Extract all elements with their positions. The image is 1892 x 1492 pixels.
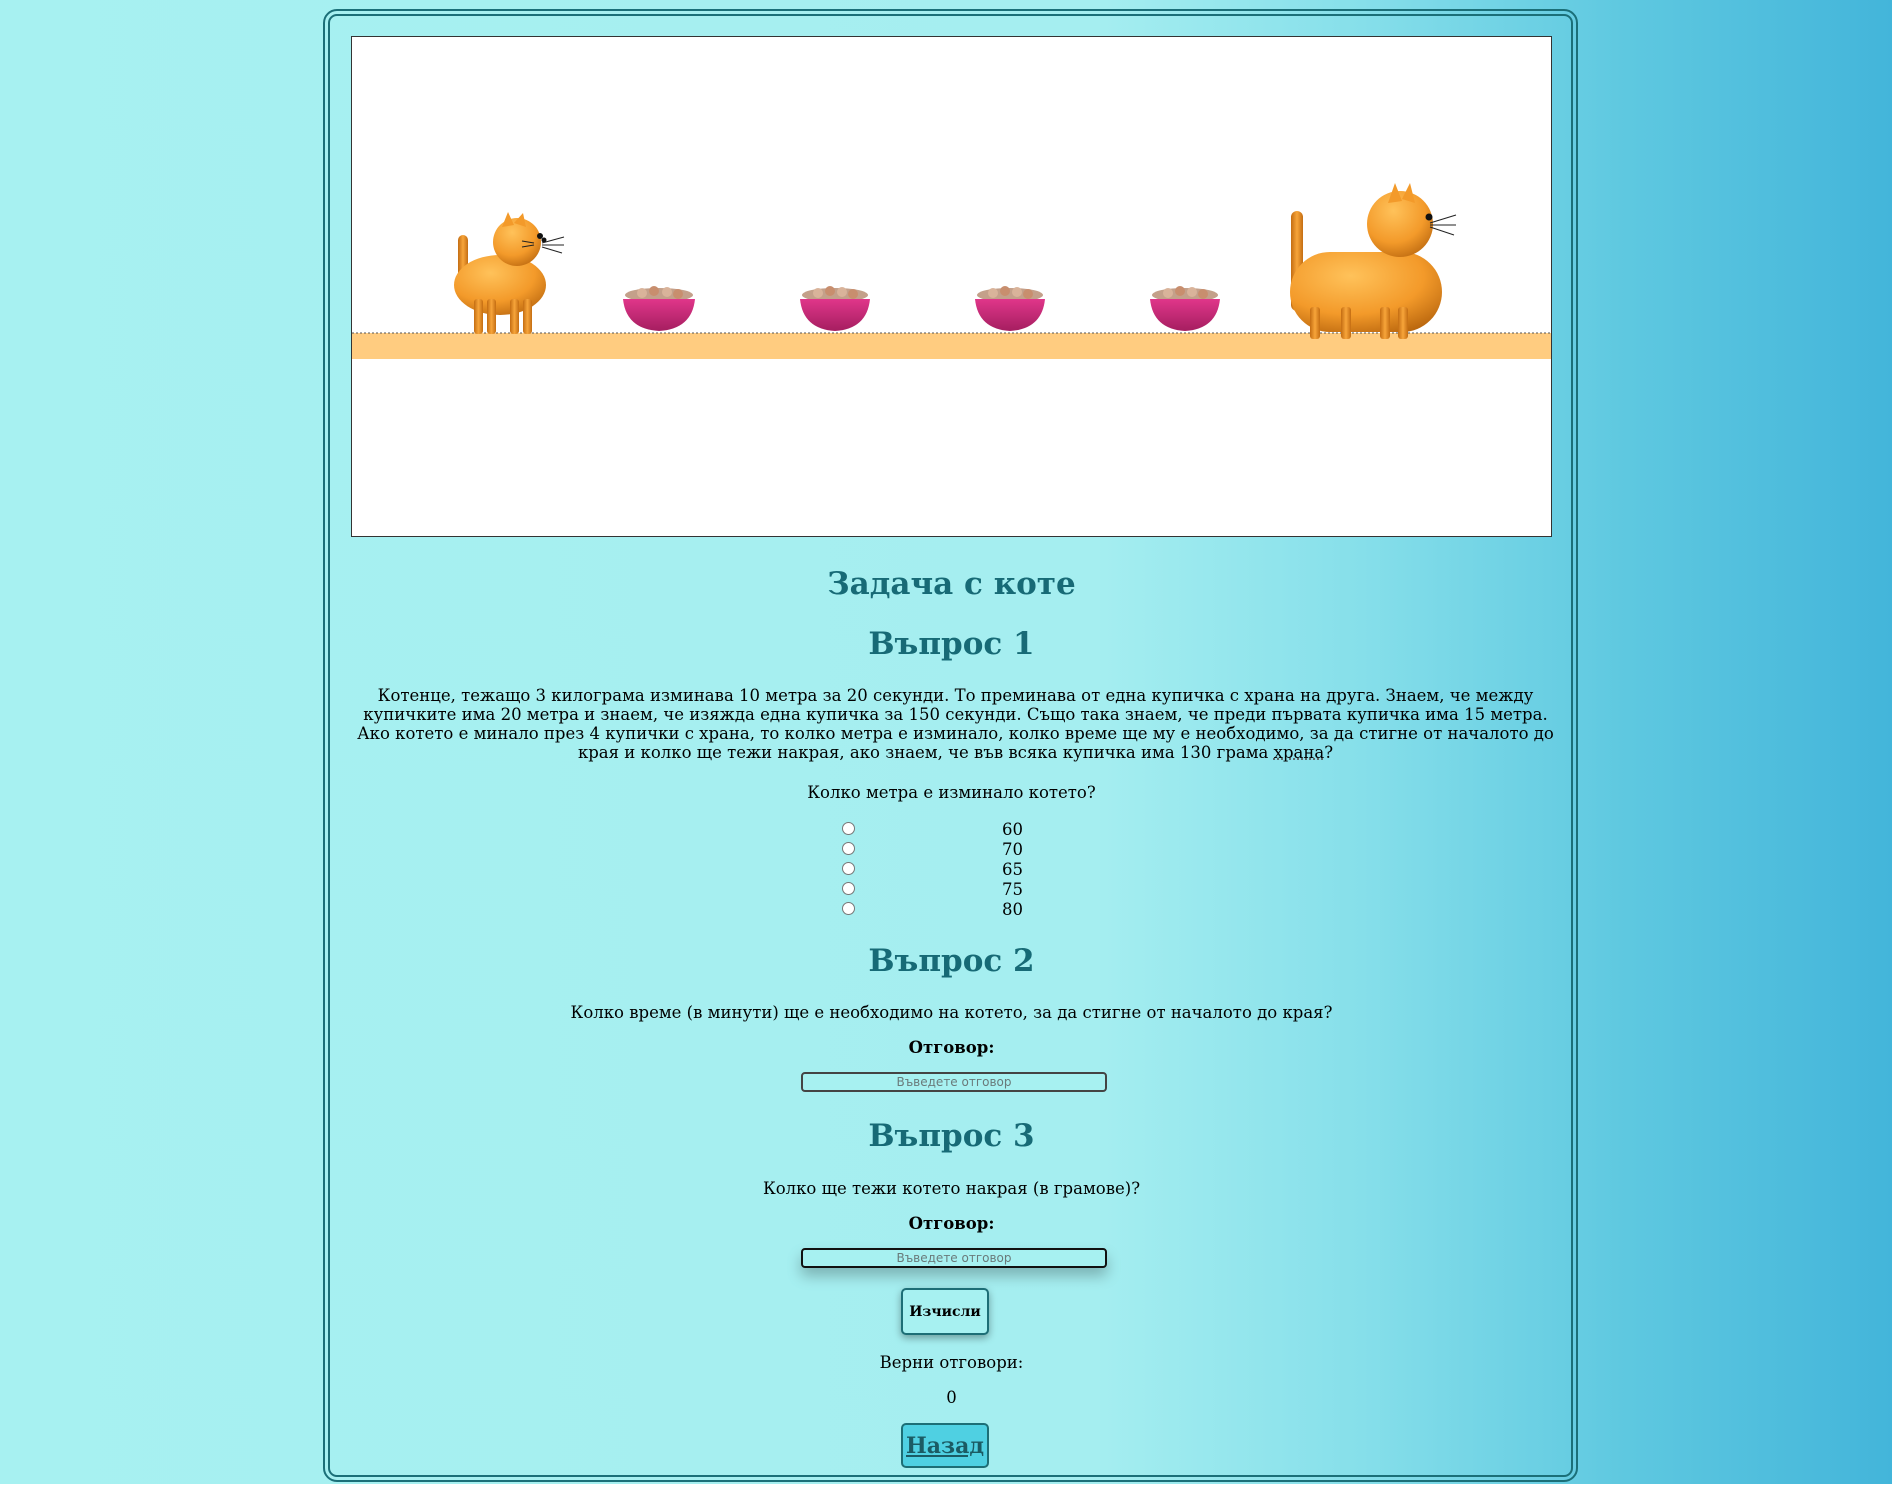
animation-scene	[351, 36, 1552, 537]
calculate-button[interactable]: Изчисли	[901, 1288, 989, 1335]
option-radio[interactable]	[842, 902, 855, 915]
question-3-answer-input[interactable]	[801, 1248, 1107, 1268]
spellcheck-word: храна	[1273, 743, 1325, 762]
option-label: 65	[1002, 860, 1023, 879]
page-bottom-strip	[0, 1484, 1892, 1492]
option-row[interactable]: 80	[842, 900, 1042, 922]
correct-answers-label: Верни отговори:	[879, 1353, 1024, 1372]
option-row[interactable]: 60	[842, 820, 1042, 842]
question-2-prompt: Колко време (в минути) ще е необходимо н…	[570, 1003, 1333, 1022]
option-row[interactable]: 65	[842, 860, 1042, 882]
small-cat	[454, 212, 565, 334]
food-bowl-3	[975, 286, 1045, 331]
option-row[interactable]: 70	[842, 840, 1042, 862]
option-radio[interactable]	[842, 842, 855, 855]
back-button[interactable]: Назад	[901, 1423, 989, 1468]
correct-answers-count: 0	[946, 1388, 957, 1407]
question-3-prompt: Колко ще тежи котето накрая (в грамове)?	[762, 1179, 1141, 1198]
option-radio[interactable]	[842, 882, 855, 895]
option-label: 80	[1002, 900, 1023, 919]
food-bowl-1	[623, 286, 695, 331]
back-link[interactable]: Назад	[906, 1433, 984, 1459]
option-radio[interactable]	[842, 862, 855, 875]
question-2-heading: Въпрос 2	[868, 943, 1035, 979]
option-label: 75	[1002, 880, 1023, 899]
floor	[352, 332, 1551, 359]
question-3-heading: Въпрос 3	[868, 1118, 1035, 1154]
option-radio[interactable]	[842, 822, 855, 835]
question-1-prompt: Колко метра е изминало котето?	[807, 783, 1096, 802]
option-label: 60	[1002, 820, 1023, 839]
food-bowl-2	[800, 286, 870, 331]
question-2-answer-label: Отговор:	[908, 1038, 995, 1057]
food-bowl-4	[1150, 286, 1220, 331]
big-cat	[1290, 183, 1457, 339]
question-3-answer-label: Отговор:	[908, 1214, 995, 1233]
page-title: Задача с коте	[827, 566, 1076, 602]
option-label: 70	[1002, 840, 1023, 859]
question-1-text: Котенце, тежащо 3 килограма изминава 10 …	[357, 686, 1554, 762]
question-1-heading: Въпрос 1	[868, 626, 1035, 662]
option-row[interactable]: 75	[842, 880, 1042, 902]
question-2-answer-input[interactable]	[801, 1072, 1107, 1092]
